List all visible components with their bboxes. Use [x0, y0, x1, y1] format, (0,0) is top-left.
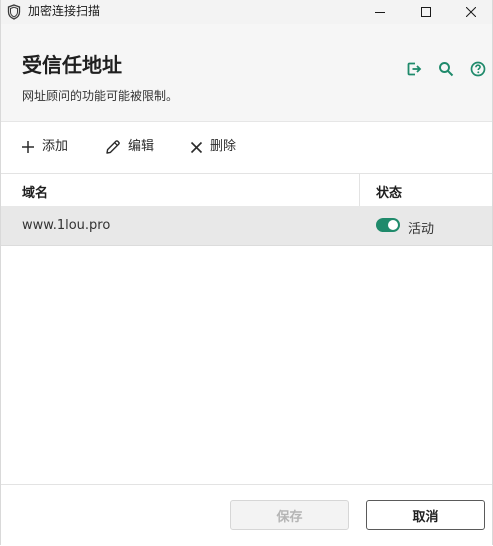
minimize-icon	[375, 12, 385, 13]
add-label: 添加	[42, 139, 69, 154]
status-toggle[interactable]	[376, 218, 400, 232]
cancel-button[interactable]: 取消	[366, 500, 485, 530]
search-icon	[439, 62, 454, 77]
table-header: 域名 状态	[1, 173, 492, 207]
pencil-icon	[106, 140, 120, 154]
column-header-domain[interactable]: 域名	[22, 182, 48, 201]
edit-button[interactable]: 编辑	[105, 137, 154, 157]
window-title: 加密连接扫描	[28, 4, 101, 18]
domain-cell: www.1lou.pro	[22, 218, 111, 233]
column-divider[interactable]	[359, 174, 360, 206]
page-header: 受信任地址 网址顾问的功能可能被限制。	[1, 24, 492, 122]
edit-label: 编辑	[128, 139, 155, 154]
status-cell: 活动	[408, 222, 435, 237]
page-subtitle: 网址顾问的功能可能被限制。	[22, 89, 179, 103]
maximize-button[interactable]	[403, 0, 449, 24]
x-icon	[190, 141, 203, 153]
column-header-status[interactable]: 状态	[376, 182, 402, 201]
title-bar: 加密连接扫描	[1, 0, 492, 24]
page-title: 受信任地址	[22, 53, 122, 77]
close-icon	[466, 7, 476, 17]
export-button[interactable]	[405, 60, 423, 78]
search-button[interactable]	[437, 60, 455, 78]
delete-button[interactable]: 删除	[190, 137, 236, 157]
shield-icon	[7, 4, 21, 20]
help-icon	[470, 61, 486, 77]
toggle-knob	[388, 220, 398, 230]
minimize-button[interactable]	[357, 0, 403, 24]
table-row[interactable]: www.1lou.pro 活动	[1, 206, 492, 246]
plus-icon	[22, 141, 34, 153]
dialog-footer: 保存 取消	[1, 484, 492, 546]
maximize-icon	[421, 7, 431, 17]
toolbar: 添加 编辑 删除	[1, 122, 492, 172]
delete-label: 删除	[210, 139, 237, 154]
close-button[interactable]	[448, 0, 493, 24]
dialog-window: 加密连接扫描 受信任地址 网址顾问的功能可能被限制。 添加 编辑 删除 域名 状…	[0, 0, 493, 546]
help-button[interactable]	[469, 60, 487, 78]
export-icon	[407, 62, 422, 76]
save-button[interactable]: 保存	[230, 500, 349, 530]
add-button[interactable]: 添加	[21, 137, 68, 157]
